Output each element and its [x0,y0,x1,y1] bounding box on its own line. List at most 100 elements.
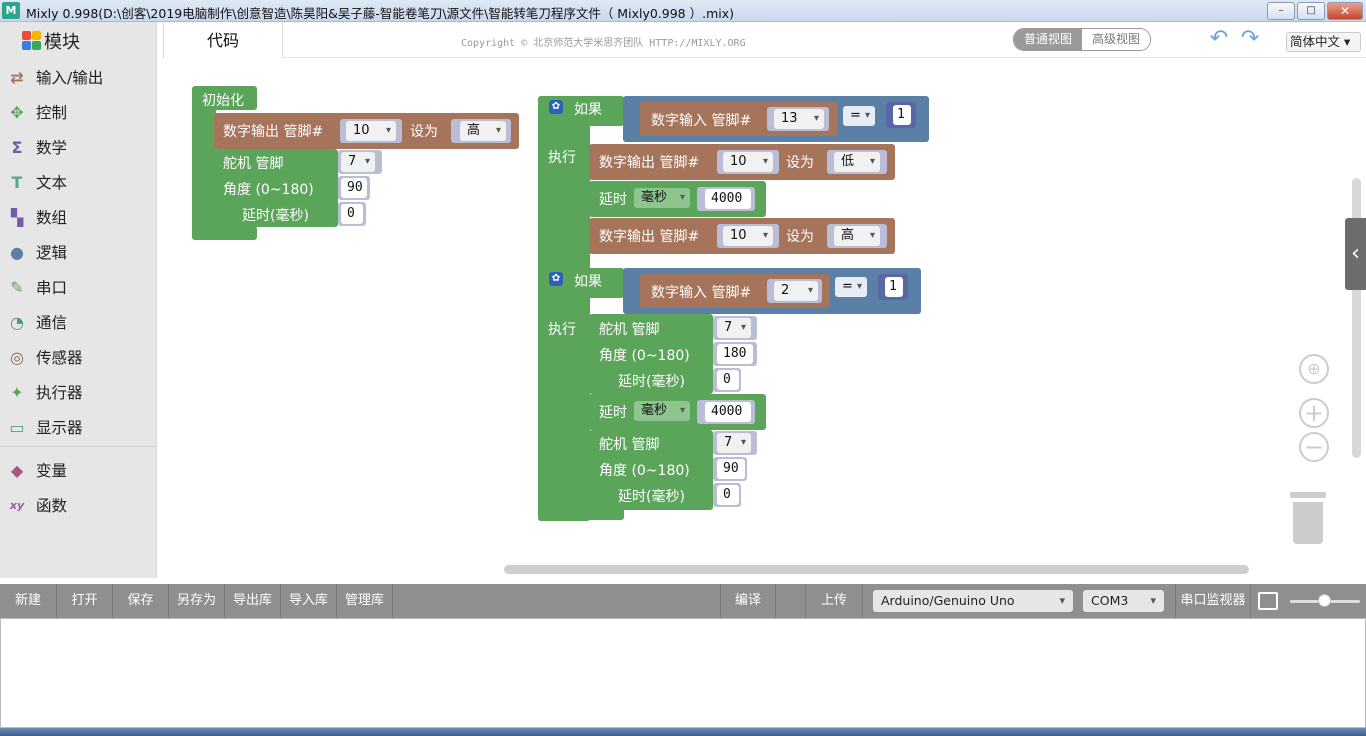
number-input[interactable]: 1 [885,277,903,297]
number-input[interactable]: 1 [893,105,911,125]
block-label: 角度 (0~180) [223,182,314,198]
language-select[interactable]: 简体中文 ▾ [1286,32,1361,52]
gear-icon[interactable]: ✿ [549,272,563,286]
board-select[interactable]: Arduino/Genuino Uno [873,590,1073,612]
actuator-icon: ✦ [10,382,24,402]
delay-input[interactable]: 4000 [705,189,751,209]
sidebar-item-11[interactable]: ◆ 变量 [6,456,67,484]
operator-dropdown[interactable]: = [835,277,867,297]
sidebar-item-10[interactable]: ▭ 显示器 [6,413,82,441]
sidebar-item-3[interactable]: T 文本 [6,168,67,196]
block-label: 舵机 管脚 [599,437,660,453]
zoom-out-icon[interactable]: − [1299,432,1329,462]
sidebar-item-7[interactable]: ◔ 通信 [6,308,67,336]
sidebar-item-5[interactable]: ● 逻辑 [6,238,67,266]
os-taskbar [0,728,1366,736]
block-label: 角度 (0~180) [599,463,690,479]
export-library-button[interactable]: 导出库 [225,584,281,618]
sidebar-item-label: 控制 [36,104,68,122]
sidebar-item-9[interactable]: ✦ 执行器 [6,378,83,406]
output-console[interactable] [0,618,1366,728]
chip-icon[interactable] [1258,592,1278,610]
if-block-1-spine [538,118,590,268]
tab-code[interactable]: 代码 [163,22,283,58]
sidebar-divider [0,446,157,447]
block-category-sidebar: 模块 ⇄ 输入/输出 ✥ 控制 Σ 数学 T 文本 ▚ 数组 ● 逻辑 ✎ 串口 ◔ 通信 ◎ 传感器 ✦ 执行器 ▭ 显… [0,22,157,578]
close-button[interactable]: ✕ [1327,2,1363,20]
slider-knob[interactable] [1318,594,1331,607]
cube-icon: ◆ [10,460,24,480]
sidebar-item-label: 数组 [36,209,68,227]
angle-input[interactable]: 90 [717,459,745,479]
serial-monitor-button[interactable]: 串口监视器 [1175,584,1251,618]
manage-library-button[interactable]: 管理库 [337,584,393,618]
sidebar-item-1[interactable]: ✥ 控制 [6,98,67,126]
level-dropdown[interactable]: 高 [834,226,880,246]
pin-dropdown[interactable]: 7 [341,152,375,172]
toolbar-separator [776,584,806,618]
sidebar-item-label: 函数 [36,497,68,515]
delay-input[interactable]: 0 [717,370,739,390]
block-label: 设为 [786,155,814,171]
unit-dropdown[interactable]: 毫秒 [634,188,690,208]
sidebar-item-label: 逻辑 [36,244,68,262]
level-dropdown[interactable]: 低 [834,152,880,172]
upload-button[interactable]: 上传 [806,584,863,618]
block-label: 执行 [548,322,576,338]
operator-dropdown[interactable]: = [843,106,875,126]
block-label: 如果 [574,102,602,118]
save-as-button[interactable]: 另存为 [169,584,225,618]
trash-icon[interactable] [1287,492,1326,544]
maximize-button[interactable]: □ [1297,2,1325,20]
delay-input[interactable]: 4000 [705,402,751,422]
sidebar-item-12[interactable]: xy 函数 [6,491,67,519]
delay-input[interactable]: 0 [341,204,363,224]
recenter-icon[interactable]: ⊕ [1299,354,1329,384]
sidebar-item-8[interactable]: ◎ 传感器 [6,343,83,371]
monitor-icon: ▭ [9,417,25,437]
collapse-panel-button[interactable]: ‹ [1345,218,1366,290]
undo-icon[interactable]: ↶ [1208,28,1230,50]
pin-dropdown[interactable]: 10 [723,152,773,172]
gear-icon[interactable]: ✿ [549,100,563,114]
new-button[interactable]: 新建 [0,584,57,618]
sidebar-title: 模块 [44,32,80,53]
blocks-icon: ▚ [10,207,24,227]
blockly-workspace[interactable]: 初始化 数字输出 管脚# 10 设为 高 舵机 管脚 7 角度 (0~180) … [157,58,1366,578]
block-label: 数字输出 管脚# [223,124,324,140]
save-button[interactable]: 保存 [113,584,169,618]
sidebar-item-4[interactable]: ▚ 数组 [6,203,67,231]
normal-view-button[interactable]: 普通视图 [1014,29,1083,50]
block-label: 延时(毫秒) [242,208,309,224]
angle-input[interactable]: 180 [717,344,753,364]
compile-button[interactable]: 编译 [720,584,776,618]
sidebar-item-label: 执行器 [36,384,83,402]
sidebar-item-6[interactable]: ✎ 串口 [6,273,67,301]
block-label: 数字输入 管脚# [651,113,752,129]
zoom-in-icon[interactable]: + [1299,398,1329,428]
pin-dropdown[interactable]: 10 [723,226,773,246]
gamepad-icon: ✥ [10,102,24,122]
redo-icon[interactable]: ↷ [1239,28,1261,50]
horizontal-scrollbar[interactable] [504,565,1249,574]
unit-dropdown[interactable]: 毫秒 [634,401,690,421]
sidebar-item-0[interactable]: ⇄ 输入/输出 [6,63,103,91]
level-dropdown[interactable]: 高 [460,121,506,141]
pen-icon: ✎ [10,277,24,297]
port-select[interactable]: COM3 [1083,590,1164,612]
pin-dropdown[interactable]: 7 [717,433,751,453]
minimize-button[interactable]: – [1267,2,1295,20]
block-label: 数字输出 管脚# [599,229,700,245]
open-button[interactable]: 打开 [57,584,113,618]
pin-dropdown[interactable]: 7 [717,318,751,338]
pin-dropdown[interactable]: 10 [346,121,396,141]
sidebar-item-label: 文本 [36,174,68,192]
sidebar-item-2[interactable]: Σ 数学 [6,133,67,161]
pin-dropdown[interactable]: 2 [774,281,818,301]
delay-input[interactable]: 0 [717,485,739,505]
import-library-button[interactable]: 导入库 [281,584,337,618]
angle-input[interactable]: 90 [341,178,367,198]
advanced-view-button[interactable]: 高级视图 [1082,29,1151,50]
puzzle-icon [22,31,42,51]
pin-dropdown[interactable]: 13 [774,109,824,129]
